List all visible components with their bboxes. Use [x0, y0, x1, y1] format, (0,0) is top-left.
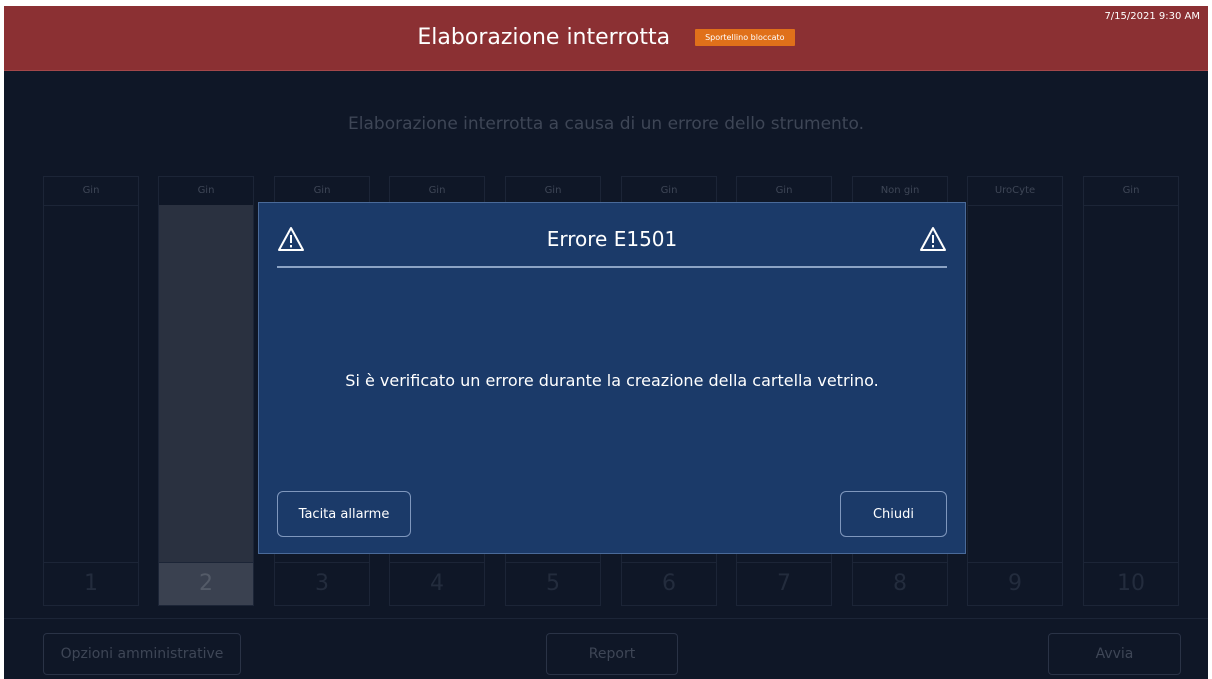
status-header: Elaborazione interrotta Sportellino bloc…: [4, 6, 1208, 71]
slot-number: 2: [159, 562, 253, 605]
dialog-title: Errore E1501: [546, 227, 678, 251]
slot-number: 1: [44, 562, 138, 605]
admin-options-button[interactable]: Opzioni amministrative: [43, 633, 241, 675]
slot-label: Gin: [1084, 177, 1178, 206]
error-dialog: Errore E1501 Si è verificato un errore d…: [258, 202, 966, 554]
status-message: Elaborazione interrotta a causa di un er…: [348, 114, 864, 134]
slot-number: 7: [737, 562, 831, 605]
slot-number: 6: [622, 562, 716, 605]
slot-9[interactable]: UroCyte 9: [967, 176, 1063, 606]
bottom-toolbar: Opzioni amministrative Report Avvia: [4, 618, 1208, 679]
datetime: 7/15/2021 9:30 AM: [1104, 11, 1200, 22]
silence-alarm-button[interactable]: Tacita allarme: [277, 491, 411, 537]
slot-number: 3: [275, 562, 369, 605]
door-status-badge: Sportellino bloccato: [695, 28, 795, 46]
dialog-message: Si è verificato un errore durante la cre…: [345, 371, 879, 390]
header-title-row: Elaborazione interrotta Sportellino bloc…: [4, 24, 1208, 50]
start-button[interactable]: Avvia: [1048, 633, 1181, 675]
app-screen: Elaborazione interrotta Sportellino bloc…: [4, 6, 1208, 679]
slot-1[interactable]: Gin 1: [43, 176, 139, 606]
warning-triangle-icon: [920, 227, 946, 251]
page-title: Elaborazione interrotta: [417, 24, 671, 50]
slot-2[interactable]: Gin 2: [158, 176, 254, 606]
slot-number: 4: [390, 562, 484, 605]
slot-fill: [159, 205, 253, 563]
slot-number: 9: [968, 562, 1062, 605]
slot-label: UroCyte: [968, 177, 1062, 206]
slot-10[interactable]: Gin 10: [1083, 176, 1179, 606]
slot-label: Gin: [44, 177, 138, 206]
dialog-divider: [277, 266, 947, 268]
slot-number: 10: [1084, 562, 1178, 605]
slot-number: 5: [506, 562, 600, 605]
slot-label: Gin: [159, 177, 253, 206]
slot-number: 8: [853, 562, 947, 605]
report-button[interactable]: Report: [546, 633, 678, 675]
close-button[interactable]: Chiudi: [840, 491, 947, 537]
